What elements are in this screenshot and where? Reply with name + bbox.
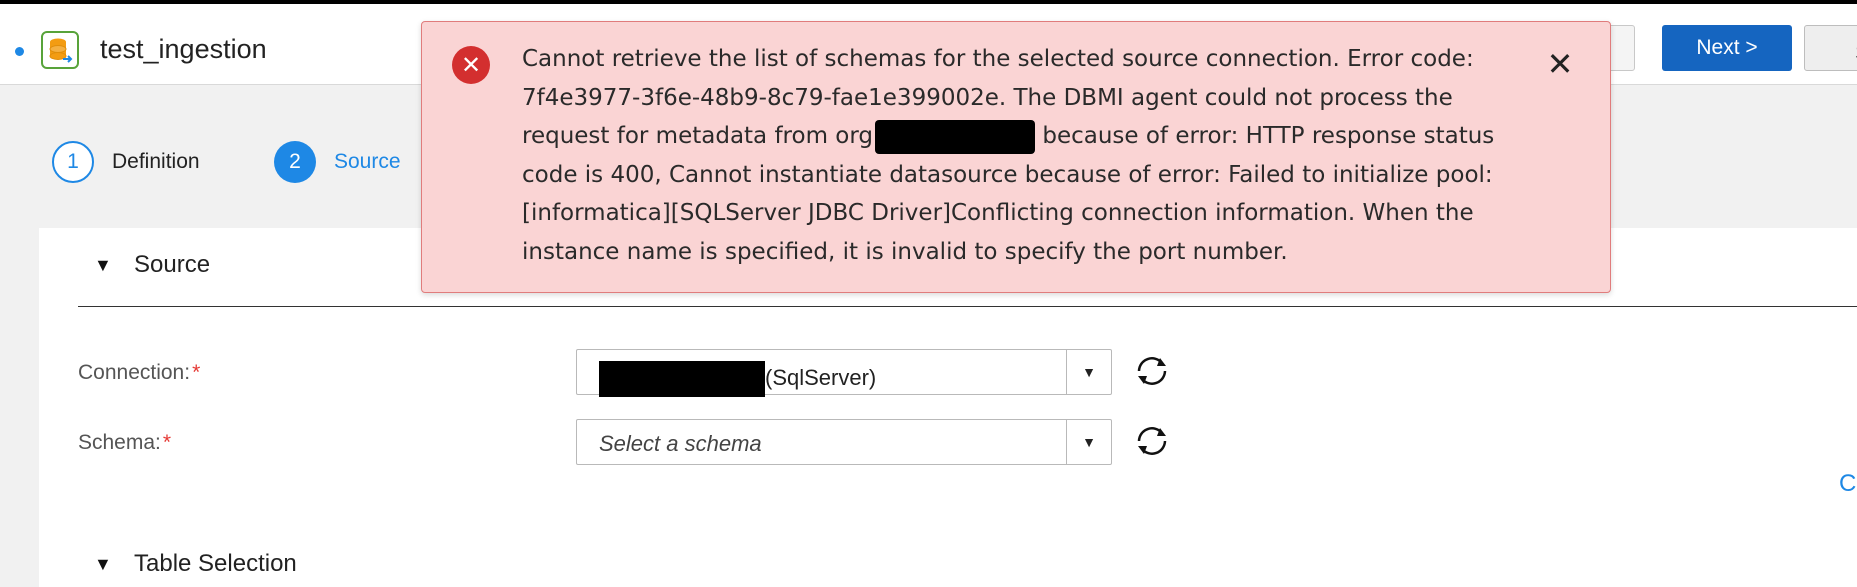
error-line-with-redaction: request for metadata from org because of… (522, 117, 1532, 156)
source-section-header[interactable]: ▼ Source (94, 251, 210, 279)
connection-label: Connection:* (78, 361, 200, 385)
collapse-triangle-icon: ▼ (94, 553, 112, 574)
wizard-step-definition[interactable]: 1 Definition (52, 141, 200, 183)
step-label: Definition (112, 150, 200, 173)
connection-type: (SqlServer) (765, 364, 877, 390)
error-line: [informatica][SQLServer JDBC Driver]Conf… (522, 200, 1474, 226)
mass-ingestion-icon (41, 31, 79, 69)
required-mark: * (192, 361, 201, 384)
required-mark: * (162, 431, 172, 454)
connection-label-text: Connection: (78, 361, 191, 384)
wizard-step-source[interactable]: 2 Source (274, 141, 401, 183)
error-icon: ✕ (452, 46, 490, 84)
dropdown-caret-icon[interactable]: ▼ (1066, 420, 1111, 464)
section-divider (78, 306, 1857, 307)
error-line: Cannot retrieve the list of schemas for … (522, 46, 1474, 72)
schema-label: Schema:* (78, 431, 171, 455)
close-icon[interactable]: ✕ (1540, 44, 1580, 84)
error-message: Cannot retrieve the list of schemas for … (522, 40, 1532, 271)
dropdown-caret-icon[interactable]: ▼ (1066, 350, 1111, 394)
asset-title: test_ingestion (100, 34, 267, 64)
error-line-part: request for metadata from org (522, 123, 874, 149)
section-title: Table Selection (134, 550, 297, 577)
unsaved-dot-icon (15, 47, 24, 56)
table-selection-link[interactable]: C (1839, 470, 1856, 498)
schema-select[interactable]: Select a schema ▼ (576, 419, 1112, 465)
step-label: Source (334, 150, 401, 173)
error-line: instance name is specified, it is invali… (522, 238, 1288, 265)
refresh-schema-icon[interactable] (1131, 420, 1173, 462)
error-line: 7f4e3977-3f6e-48b9-8c79-fae1e399002e. Th… (522, 84, 1453, 111)
error-toast: ✕ Cannot retrieve the list of schemas fo… (421, 21, 1611, 293)
table-selection-header[interactable]: ▼ Table Selection (94, 550, 297, 578)
error-line: code is 400, Cannot instantiate datasour… (522, 161, 1493, 188)
error-line-part: because of error: HTTP response status (1035, 123, 1495, 149)
step-number: 1 (52, 141, 94, 183)
refresh-connection-icon[interactable] (1131, 350, 1173, 392)
connection-select[interactable]: (SqlServer) ▼ (576, 349, 1112, 397)
section-title: Source (134, 251, 211, 278)
schema-label-text: Schema: (78, 431, 161, 454)
next-button[interactable]: Next > (1662, 25, 1792, 71)
redacted-block (599, 361, 765, 397)
step-number: 2 (274, 141, 316, 183)
redacted-block (875, 119, 1036, 154)
connection-value: (SqlServer) (599, 361, 876, 397)
schema-placeholder: Select a schema (599, 431, 762, 456)
collapse-triangle-icon: ▼ (94, 254, 112, 275)
save-button[interactable]: S (1804, 25, 1857, 71)
